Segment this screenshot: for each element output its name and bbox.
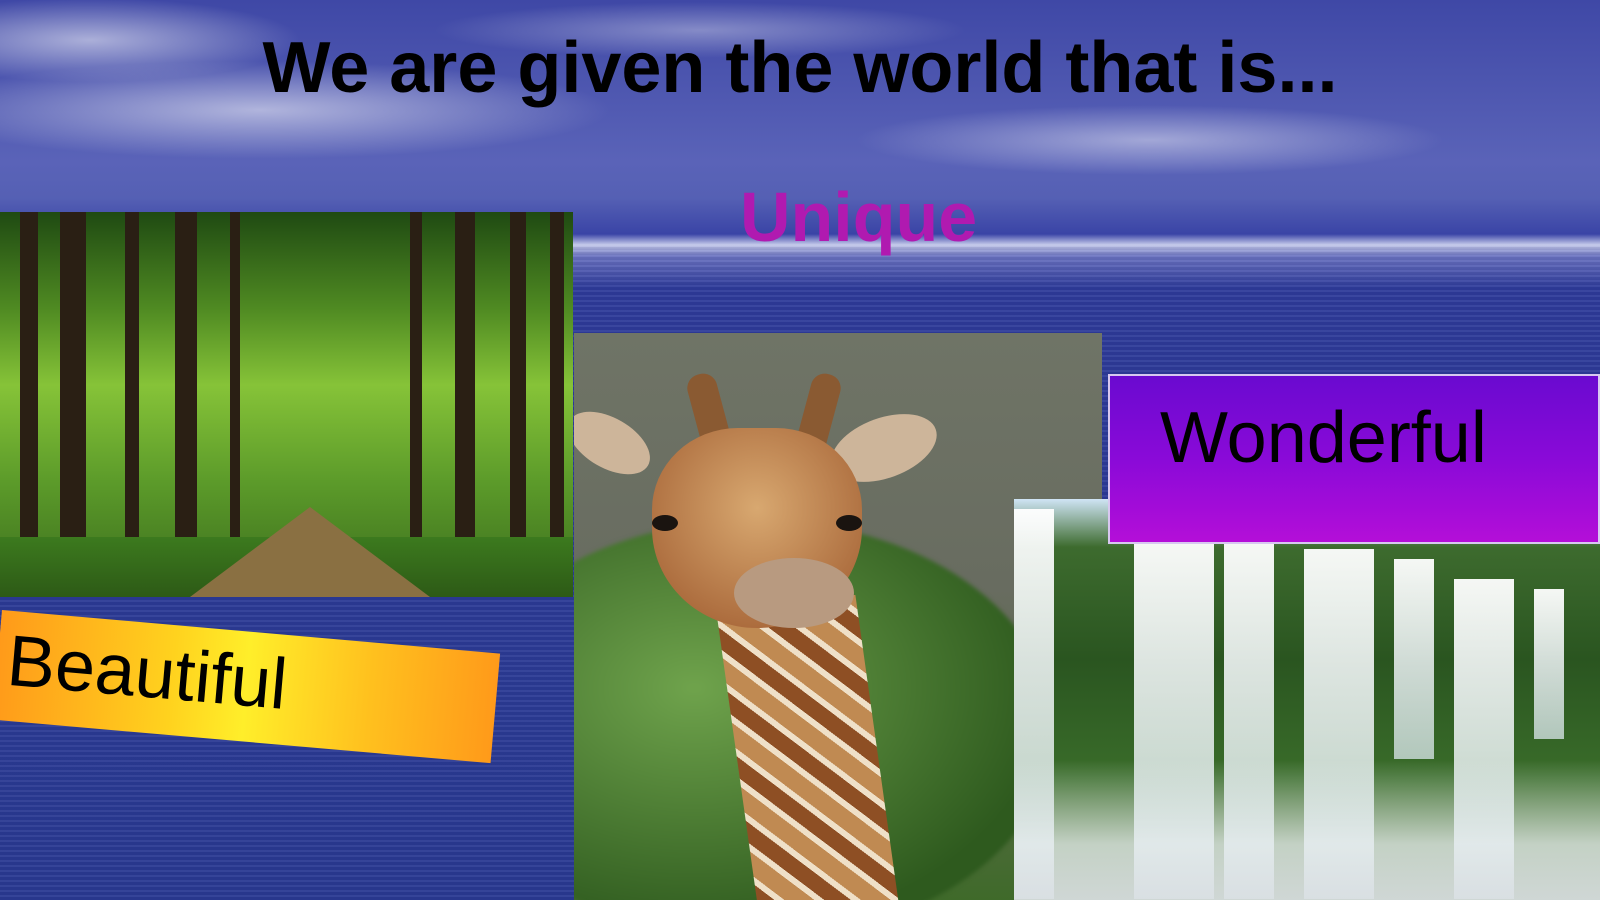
forest-road-photo (0, 212, 573, 597)
word-beautiful: Beautiful (4, 620, 291, 725)
word-unique: Unique (740, 178, 978, 256)
waterfall-photo (1014, 499, 1600, 900)
word-wonderful: Wonderful (1160, 398, 1487, 478)
wonderful-box: Wonderful (1108, 374, 1600, 544)
slide-title: We are given the world that is... (262, 28, 1338, 108)
